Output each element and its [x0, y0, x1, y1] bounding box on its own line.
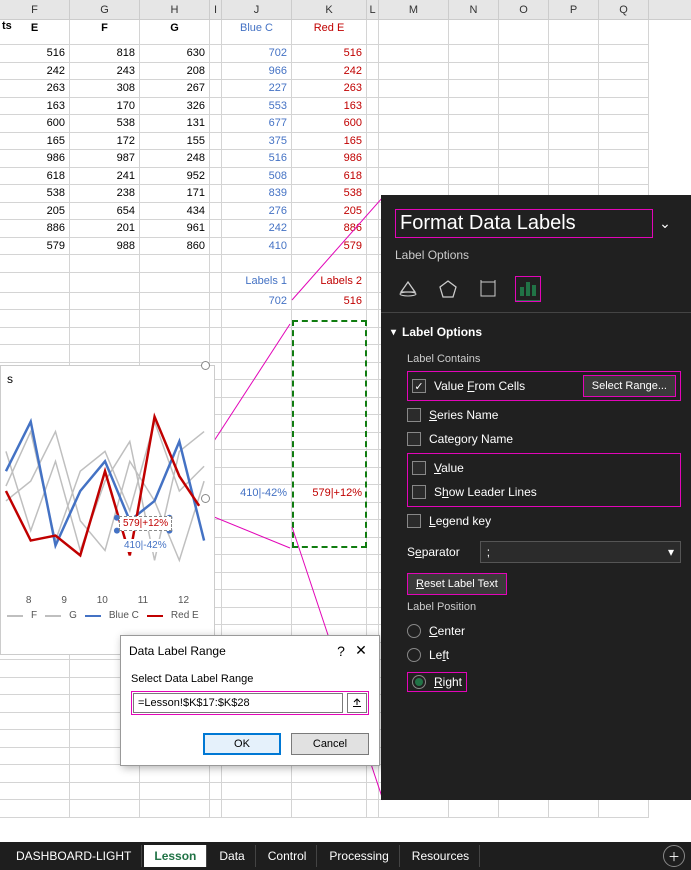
dialog-prompt: Select Data Label Range: [131, 673, 369, 685]
labels2-header[interactable]: Labels 2: [292, 273, 367, 293]
ok-button[interactable]: OK: [203, 733, 281, 755]
col-L[interactable]: L: [367, 0, 379, 19]
col-J[interactable]: J: [222, 0, 292, 19]
leader-lines-checkbox[interactable]: [412, 485, 426, 499]
leader-lines-label: Show Leader Lines: [434, 485, 537, 499]
col-I[interactable]: I: [210, 0, 222, 19]
chart-x-axis: 89101112: [1, 591, 214, 606]
dropdown-arrow-icon: ▾: [668, 545, 674, 559]
chart-plot-area[interactable]: 579|+12% 410|-42%: [1, 391, 214, 591]
hdr-G[interactable]: G: [140, 20, 210, 45]
separator-label: Separator: [407, 545, 460, 559]
range-input[interactable]: [133, 693, 343, 713]
chevron-down-icon[interactable]: ⌄: [653, 215, 677, 232]
hdr-E[interactable]: E: [0, 20, 70, 45]
tab-control[interactable]: Control: [258, 845, 318, 867]
col-O[interactable]: O: [499, 0, 549, 19]
label-contains-heading: Label Contains: [407, 347, 681, 371]
close-icon[interactable]: ✕: [351, 642, 371, 659]
reset-label-text-button[interactable]: Reset Label Text: [407, 573, 507, 595]
labels1-last[interactable]: 410|-42%: [222, 485, 292, 503]
tab-resources[interactable]: Resources: [402, 845, 480, 867]
triangle-down-icon: ▾: [391, 327, 396, 338]
legend-key-checkbox[interactable]: [407, 514, 421, 528]
table-row[interactable]: 986987248516986: [0, 150, 691, 168]
value-checkbox[interactable]: [412, 461, 426, 475]
table-row[interactable]: 516818630702516: [0, 45, 691, 63]
hdr-BlueC[interactable]: Blue C: [222, 20, 292, 45]
column-headers: F G H I J K L M N O P Q: [0, 0, 691, 20]
dialog-help-icon[interactable]: ?: [331, 643, 351, 659]
series-name-checkbox[interactable]: [407, 408, 421, 422]
category-name-label: Category Name: [429, 432, 513, 446]
pane-title: Format Data Labels: [395, 209, 653, 238]
dialog-title: Data Label Range: [129, 644, 331, 658]
labels2-first[interactable]: 516: [292, 293, 367, 311]
position-left-label: Left: [429, 648, 449, 662]
value-label: Value: [434, 461, 464, 475]
position-left-radio[interactable]: [407, 648, 421, 662]
table-row[interactable]: 165172155375165: [0, 133, 691, 151]
format-data-labels-pane: Format Data Labels ⌄ Label Options ▾ Lab…: [381, 195, 691, 800]
add-sheet-button[interactable]: ＋: [663, 845, 685, 867]
col-M[interactable]: M: [379, 0, 449, 19]
table-row[interactable]: 263308267227263: [0, 80, 691, 98]
chart-data-label-blue[interactable]: 410|-42%: [121, 539, 170, 552]
labels1-header[interactable]: Labels 1: [222, 273, 292, 293]
size-properties-icon[interactable]: [475, 276, 501, 302]
cancel-button[interactable]: Cancel: [291, 733, 369, 755]
select-range-button[interactable]: Select Range...: [583, 375, 676, 397]
hdr-RedE[interactable]: Red E: [292, 20, 367, 45]
position-center-label: Center: [429, 624, 465, 638]
col-P[interactable]: P: [549, 0, 599, 19]
tab-lesson[interactable]: Lesson: [144, 845, 207, 867]
table-row[interactable]: 242243208966242: [0, 63, 691, 81]
table-row[interactable]: 600538131677600: [0, 115, 691, 133]
sheet-tabs-bar: DASHBOARD-LIGHT Lesson Data Control Proc…: [0, 842, 691, 870]
chart-svg: [1, 391, 214, 591]
col-N[interactable]: N: [449, 0, 499, 19]
position-center-radio[interactable]: [407, 624, 421, 638]
label-position-heading: Label Position: [407, 595, 681, 619]
chart-data-label-red[interactable]: 579|+12%: [119, 516, 172, 531]
position-right-radio[interactable]: [412, 675, 426, 689]
value-from-cells-label: Value From Cells: [434, 379, 525, 393]
col-K[interactable]: K: [292, 0, 367, 19]
tab-processing[interactable]: Processing: [319, 845, 399, 867]
effects-icon[interactable]: [435, 276, 461, 302]
tab-dashboard-light[interactable]: DASHBOARD-LIGHT: [6, 845, 142, 867]
value-from-cells-checkbox[interactable]: [412, 379, 426, 393]
embedded-chart[interactable]: s 579|+12% 410|-42% 89101112 F G Blue C …: [0, 365, 215, 655]
table-row[interactable]: 163170326553163: [0, 98, 691, 116]
labels1-first[interactable]: 702: [222, 293, 292, 311]
col-G[interactable]: G: [70, 0, 140, 19]
labels2-last[interactable]: 579|+12%: [292, 485, 367, 503]
separator-select[interactable]: ;▾: [480, 541, 681, 563]
legend-key-label: Legend key: [429, 514, 491, 528]
chart-legend: F G Blue C Red E: [1, 606, 214, 625]
collapse-dialog-icon[interactable]: [347, 693, 367, 713]
position-right-label: Right: [434, 675, 462, 689]
col-Q[interactable]: Q: [599, 0, 649, 19]
tab-data[interactable]: Data: [209, 845, 255, 867]
data-label-range-dialog: Data Label Range ? ✕ Select Data Label R…: [120, 635, 380, 766]
label-options-icon[interactable]: [515, 276, 541, 302]
series-name-label: Series Name: [429, 408, 498, 422]
chart-title-frag: s: [7, 372, 13, 386]
table-row[interactable]: 618241952508618: [0, 168, 691, 186]
chart-resize-handle[interactable]: [201, 361, 210, 370]
pane-subtitle[interactable]: Label Options: [381, 244, 691, 268]
category-name-checkbox[interactable]: [407, 432, 421, 446]
label-options-section-toggle[interactable]: ▾ Label Options: [381, 321, 691, 343]
fill-line-icon[interactable]: [395, 276, 421, 302]
col-H[interactable]: H: [140, 0, 210, 19]
col-F[interactable]: F: [0, 0, 70, 19]
hdr-F[interactable]: F: [70, 20, 140, 45]
